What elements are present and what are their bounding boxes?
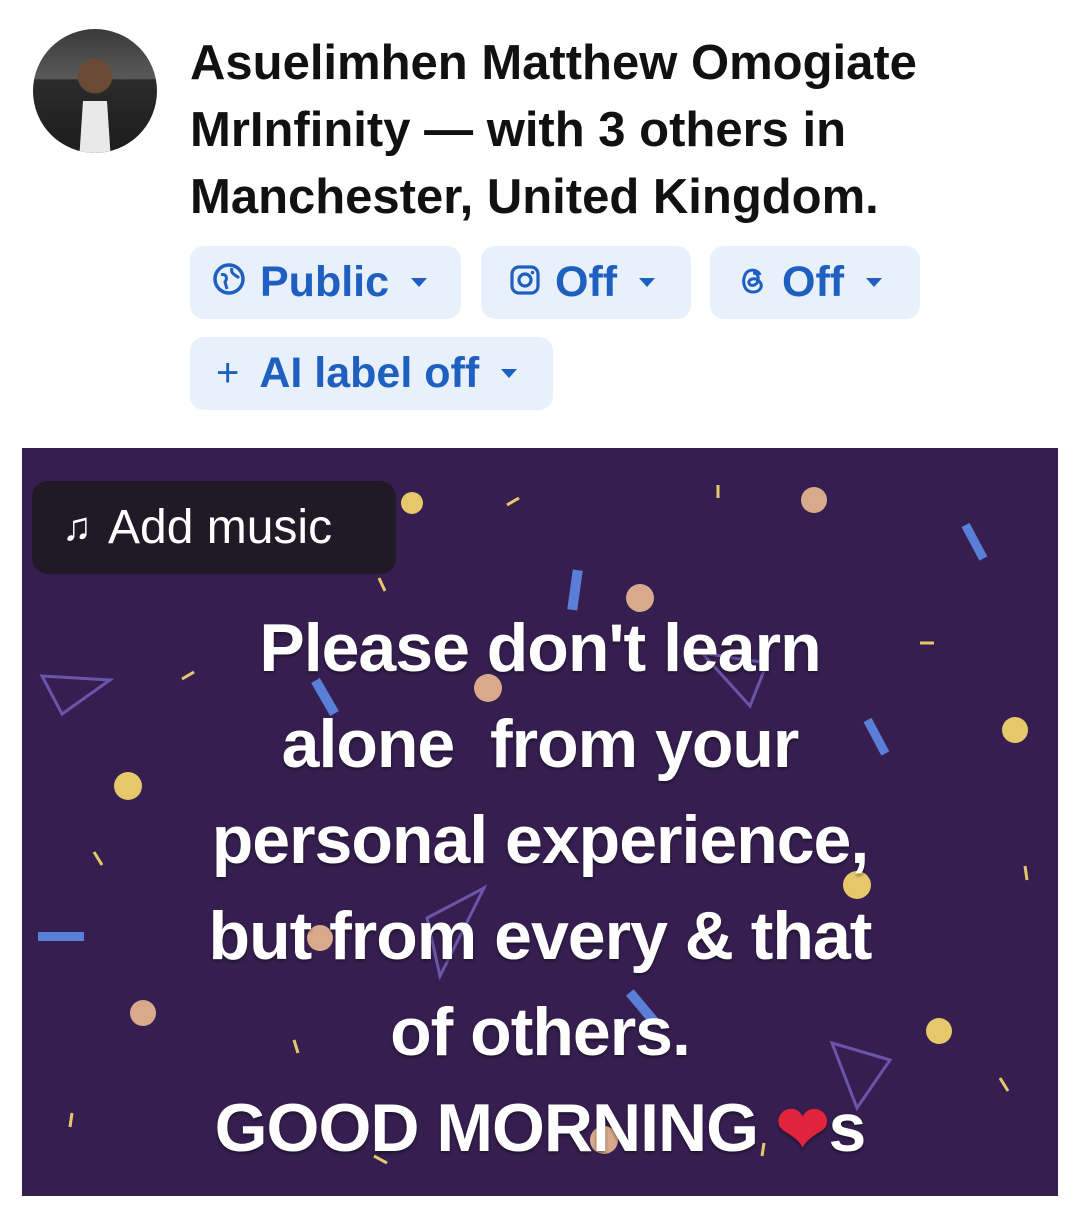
post-quote-text: Please don't learn alone from your perso…	[22, 600, 1058, 1177]
quote-line-greeting: GOOD MORNING ❤s	[22, 1080, 1058, 1177]
greeting-text: GOOD MORNING	[214, 1090, 759, 1166]
chevron-down-icon	[411, 278, 428, 287]
profile-avatar[interactable]	[33, 29, 157, 153]
chevron-down-icon	[639, 278, 656, 287]
instagram-icon	[509, 258, 541, 307]
audience-selector-public[interactable]: Public	[190, 246, 461, 319]
quote-line: personal experience,	[211, 802, 870, 878]
chevron-down-icon	[866, 278, 883, 287]
quote-line: Please don't learn	[259, 610, 821, 686]
add-music-button[interactable]: ♫ Add music	[32, 481, 396, 574]
add-music-label: Add music	[108, 501, 333, 554]
threads-icon	[738, 258, 768, 307]
ai-label-selector[interactable]: + AI label off	[190, 337, 553, 410]
quote-line: of others.	[390, 994, 691, 1070]
globe-icon	[212, 258, 246, 307]
heart-icon: ❤	[775, 1093, 830, 1165]
quote-line: but from every & that	[208, 898, 873, 974]
music-note-icon: ♫	[62, 505, 92, 549]
ai-label-text: AI label off	[259, 349, 480, 397]
instagram-share-label: Off	[555, 258, 618, 306]
quote-line: alone from your	[281, 706, 800, 782]
audience-label: Public	[260, 258, 390, 306]
threads-share-label: Off	[782, 258, 845, 306]
greeting-suffix: s	[828, 1090, 867, 1166]
instagram-share-toggle[interactable]: Off	[481, 246, 691, 319]
post-author-header: Asuelimhen Matthew Omogiate MrInfinity —…	[190, 36, 917, 224]
chevron-down-icon	[501, 369, 518, 378]
plus-icon: +	[216, 351, 240, 395]
threads-share-toggle[interactable]: Off	[710, 246, 920, 319]
